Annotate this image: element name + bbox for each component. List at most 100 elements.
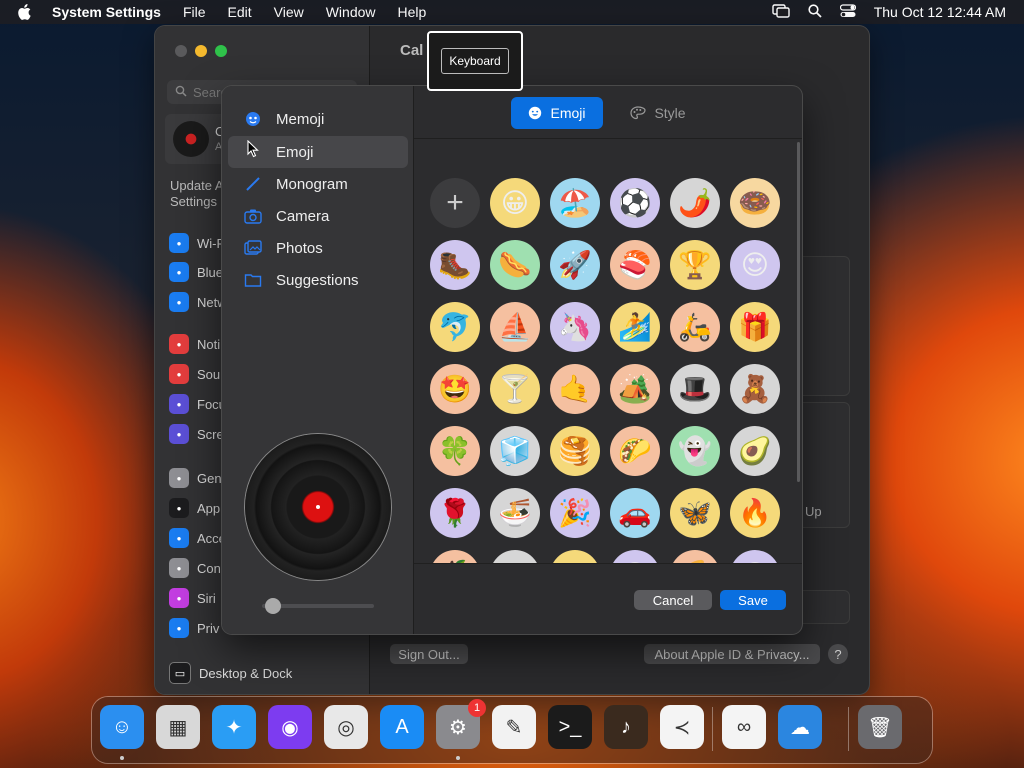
tab-style[interactable]: Style bbox=[628, 97, 688, 129]
category-memoji[interactable]: Memoji bbox=[228, 103, 408, 135]
emoji-cell[interactable]: 🧊 bbox=[490, 426, 540, 476]
emoji-cell[interactable]: 😍 bbox=[730, 240, 780, 290]
emoji-cell[interactable]: 🌮 bbox=[610, 426, 660, 476]
close-window-button[interactable] bbox=[175, 45, 187, 57]
sidebar-item-bluetooth[interactable]: ● Blue bbox=[169, 262, 223, 282]
control-center-icon[interactable] bbox=[839, 3, 856, 21]
emoji-cell[interactable]: 🐬 bbox=[430, 302, 480, 352]
garageband-icon[interactable]: ♪ bbox=[604, 705, 648, 749]
emoji-cell[interactable]: 🐢 bbox=[550, 550, 600, 563]
category-suggestions[interactable]: Suggestions bbox=[228, 264, 408, 296]
emoji-cell[interactable]: 🍸 bbox=[490, 364, 540, 414]
category-monogram[interactable]: Monogram bbox=[228, 168, 408, 200]
emoji-cell[interactable]: 🏆 bbox=[670, 240, 720, 290]
emoji-cell[interactable]: 🤙 bbox=[550, 364, 600, 414]
emoji-cell[interactable]: 👻 bbox=[670, 426, 720, 476]
save-button[interactable]: Save bbox=[720, 590, 786, 610]
emoji-cell[interactable]: 🧸 bbox=[730, 364, 780, 414]
sidebar-item-wifi[interactable]: ● Wi-F bbox=[169, 233, 224, 253]
emoji-cell[interactable]: 🍀 bbox=[430, 426, 480, 476]
sidebar-item-sound[interactable]: ● Sou bbox=[169, 364, 220, 384]
emoji-cell[interactable]: 🥞 bbox=[550, 426, 600, 476]
emoji-cell[interactable]: 🎁 bbox=[730, 302, 780, 352]
emoji-cell[interactable]: 🌭 bbox=[490, 240, 540, 290]
emoji-cell[interactable]: 🏕️ bbox=[610, 364, 660, 414]
app-store-icon[interactable]: A bbox=[380, 705, 424, 749]
zoom-slider[interactable] bbox=[262, 598, 374, 614]
emoji-grid-scrollbar[interactable] bbox=[797, 142, 800, 482]
emoji-cell[interactable]: 🌶️ bbox=[670, 178, 720, 228]
window-menu[interactable]: Window bbox=[326, 4, 376, 20]
sidebar-item-accessibility[interactable]: ● Acce bbox=[169, 528, 226, 548]
dock-app-glyph: ☺ bbox=[111, 715, 133, 738]
emoji-cell[interactable]: 🍜 bbox=[490, 488, 540, 538]
app-menu[interactable]: System Settings bbox=[52, 4, 161, 20]
sidebar-item-screen-time[interactable]: ● Scre bbox=[169, 424, 224, 444]
zoom-slider-knob[interactable] bbox=[264, 598, 281, 614]
chrome-icon[interactable]: ◎ bbox=[324, 705, 368, 749]
emoji-cell[interactable]: 🏄 bbox=[610, 302, 660, 352]
vscode-icon[interactable]: ≺ bbox=[660, 705, 704, 749]
firefox-icon[interactable]: ◉ bbox=[268, 705, 312, 749]
emoji-cell[interactable]: 😀 bbox=[490, 178, 540, 228]
emoji-cell[interactable]: 🍕 bbox=[670, 550, 720, 563]
visual-studio-icon[interactable]: ∞ bbox=[722, 705, 766, 749]
spotlight-search-icon[interactable] bbox=[808, 3, 822, 21]
file-menu[interactable]: File bbox=[183, 4, 206, 20]
sidebar-item-appearance[interactable]: ● App bbox=[169, 498, 220, 518]
emoji-cell[interactable]: ⚽ bbox=[610, 178, 660, 228]
minimize-window-button[interactable] bbox=[195, 45, 207, 57]
weather-icon[interactable]: ☁ bbox=[778, 705, 822, 749]
emoji-cell[interactable]: 🚗 bbox=[610, 488, 660, 538]
category-camera[interactable]: Camera bbox=[228, 200, 408, 232]
edit-menu[interactable]: Edit bbox=[228, 4, 252, 20]
emoji-cell[interactable]: 🚀 bbox=[550, 240, 600, 290]
textedit-icon[interactable]: ✎ bbox=[492, 705, 536, 749]
emoji-cell[interactable]: ⛵ bbox=[490, 302, 540, 352]
view-menu[interactable]: View bbox=[274, 4, 304, 20]
finder-icon[interactable]: ☺ bbox=[100, 705, 144, 749]
sidebar-item-control-center[interactable]: ● Con bbox=[169, 558, 221, 578]
help-button[interactable]: ? bbox=[828, 644, 848, 664]
emoji-cell[interactable]: 🥾 bbox=[430, 240, 480, 290]
sidebar-item-notifications[interactable]: ● Noti bbox=[169, 334, 220, 354]
screen-mirroring-icon[interactable] bbox=[772, 3, 790, 21]
help-menu[interactable]: Help bbox=[398, 4, 427, 20]
emoji-cell[interactable]: 🦋 bbox=[670, 488, 720, 538]
emoji-cell[interactable]: 🛵 bbox=[670, 302, 720, 352]
apple-menu-icon[interactable] bbox=[14, 4, 34, 20]
emoji-cell[interactable]: 🦄 bbox=[550, 302, 600, 352]
about-apple-id-button[interactable]: About Apple ID & Privacy... bbox=[644, 644, 820, 664]
safari-icon[interactable]: ✦ bbox=[212, 705, 256, 749]
emoji-cell[interactable]: 🌹 bbox=[430, 488, 480, 538]
zoom-window-button[interactable] bbox=[215, 45, 227, 57]
sidebar-item-privacy[interactable]: ● Priv bbox=[169, 618, 219, 638]
emoji-cell[interactable]: 🔥 bbox=[730, 488, 780, 538]
emoji-cell[interactable]: 🎩 bbox=[670, 364, 720, 414]
launchpad-icon[interactable]: ▦ bbox=[156, 705, 200, 749]
emoji-cell[interactable]: 🏖️ bbox=[550, 178, 600, 228]
trash-icon[interactable]: 🗑 bbox=[858, 705, 902, 749]
emoji-cell[interactable]: 🍣 bbox=[610, 240, 660, 290]
terminal-icon[interactable]: >_ bbox=[548, 705, 592, 749]
emoji-cell[interactable]: 🍎 bbox=[430, 550, 480, 563]
tab-emoji[interactable]: Emoji bbox=[511, 97, 603, 129]
category-photos[interactable]: Photos bbox=[228, 232, 408, 264]
sidebar-item-desktop-dock[interactable]: ▭ Desktop & Dock bbox=[169, 662, 292, 684]
emoji-cell[interactable]: 😊 bbox=[730, 550, 780, 563]
clock[interactable]: Thu Oct 12 12:44 AM bbox=[874, 4, 1006, 20]
system-settings-icon[interactable]: ⚙ 1 bbox=[436, 699, 486, 749]
add-emoji-button[interactable]: + bbox=[430, 178, 480, 228]
emoji-cell[interactable]: 🍩 bbox=[730, 178, 780, 228]
emoji-cell[interactable]: 😎 bbox=[610, 550, 660, 563]
sign-out-button[interactable]: Sign Out... bbox=[390, 644, 468, 664]
emoji-cell[interactable]: 🏔️ bbox=[490, 550, 540, 563]
cancel-button[interactable]: Cancel bbox=[634, 590, 712, 610]
emoji-cell[interactable]: 🥑 bbox=[730, 426, 780, 476]
sidebar-item-siri[interactable]: ● Siri bbox=[169, 588, 216, 608]
sidebar-item-general[interactable]: ● Gen bbox=[169, 468, 222, 488]
sidebar-item-focus[interactable]: ● Focu bbox=[169, 394, 226, 414]
emoji-cell[interactable]: 🤩 bbox=[430, 364, 480, 414]
sidebar-item-network[interactable]: ● Netw bbox=[169, 292, 227, 312]
emoji-cell[interactable]: 🎉 bbox=[550, 488, 600, 538]
